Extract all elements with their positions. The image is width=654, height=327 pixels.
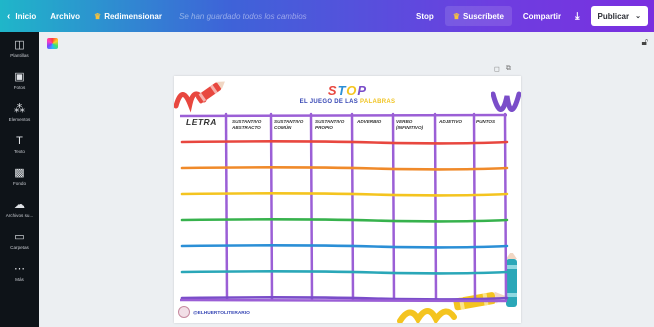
grid-column-line [350,112,355,302]
top-toolbar: ‹ Inicio Archivo ♛ Redimensionar Se han … [0,0,654,32]
file-menu[interactable]: Archivo [43,0,87,32]
sidebar-item-uploads[interactable]: ☁ Archivos su... [0,192,39,224]
add-note-icon[interactable]: ◻ [494,65,500,73]
grid-row-line [180,166,509,171]
crown-icon: ♛ [452,11,460,21]
grid-column-line [224,112,229,302]
column-header: ADJETIVO [439,119,462,124]
page-tools: ◻ ⧉ [494,65,511,73]
left-sidebar: ◫ Plantillas ▣ Fotos ⁂ Elementos T Texto… [0,32,39,327]
sidebar-item-label: Carpetas [10,244,29,250]
grid-column-line [309,112,314,302]
grid-row-line [180,244,509,249]
chevron-down-icon: ⌄ [635,13,641,20]
sidebar-item-label: Texto [14,148,25,154]
sidebar-item-label: Fondo [12,180,27,186]
column-header: LETRA [186,117,217,127]
download-button[interactable]: ⤓ [568,0,586,32]
resize-label: Redimensionar [104,11,162,21]
column-header: SUSTANTIVO PROPIO [315,119,345,130]
home-button[interactable]: ‹ Inicio [0,0,43,32]
download-icon: ⤓ [575,10,580,22]
column-header: PUNTOS [476,119,496,124]
uploads-icon: ☁ [14,198,25,211]
elements-icon: ⁂ [14,102,25,115]
column-header: SUSTANTIVO COMÚN [274,119,304,130]
subscribe-button[interactable]: ♛ Suscríbete [444,6,512,26]
sidebar-item-label: Elementos [8,116,31,122]
sidebar-item-text[interactable]: T Texto [0,128,39,160]
sidebar-item-label: Fotos [13,84,26,90]
author-handle: @ELHUERTOLITERARIO [193,311,250,316]
duplicate-page-icon[interactable]: ⧉ [506,65,511,73]
document-title[interactable]: Stop [409,0,441,32]
sidebar-item-elements[interactable]: ⁂ Elementos [0,96,39,128]
sidebar-item-folders[interactable]: ▭ Carpetas [0,224,39,256]
sidebar-item-label: Archivos su... [5,212,34,218]
resize-button[interactable]: ♛ Redimensionar [87,0,169,32]
grid-row-line [180,218,509,223]
color-picker-button[interactable] [47,38,58,49]
more-icon: ⋯ [14,262,25,275]
sidebar-item-more[interactable]: ⋯ Más [0,256,39,288]
sidebar-item-photos[interactable]: ▣ Fotos [0,64,39,96]
design-page[interactable]: STOP EL JUEGO DE LAS PALABRAS LETRA SUST… [174,76,521,323]
column-header: VERBO (INFINITIVO) [396,119,424,130]
background-icon: ▩ [14,166,25,179]
author-avatar [178,306,190,318]
editor-canvas: 🔓︎ ◻ ⧉ STOP EL JUEGO DE LAS PALABRAS LET… [39,32,654,327]
sidebar-item-label: Plantillas [10,52,29,58]
publish-label: Publicar [597,11,630,21]
sidebar-item-label: Más [15,276,24,282]
column-header: ADVERBIO [357,119,382,124]
publish-button[interactable]: Publicar ⌄ [590,6,648,26]
grid-column-line [391,112,396,302]
design-subtitle: EL JUEGO DE LAS PALABRAS [299,99,396,105]
save-status: Se han guardado todos los cambios [179,11,307,21]
crayon-decoration-bottom-right [397,253,517,323]
lock-icon[interactable]: 🔓︎ [642,37,648,48]
column-header: SUSTANTIVO ABSTRACTO [232,119,262,130]
photos-icon: ▣ [14,70,25,83]
grid-row-line [180,192,509,197]
crown-icon: ♛ [94,11,102,21]
design-title: STOP [327,83,368,98]
grid-row-line [180,140,509,145]
grid-column-line [269,112,274,302]
folders-icon: ▭ [14,230,25,243]
sidebar-item-templates[interactable]: ◫ Plantillas [0,32,39,64]
templates-icon: ◫ [14,38,25,51]
text-icon: T [16,134,23,147]
sidebar-item-background[interactable]: ▩ Fondo [0,160,39,192]
share-button[interactable]: Compartir [516,0,568,32]
subscribe-label: Suscríbete [462,11,504,21]
chevron-left-icon: ‹ [7,10,11,22]
home-label: Inicio [15,11,37,21]
